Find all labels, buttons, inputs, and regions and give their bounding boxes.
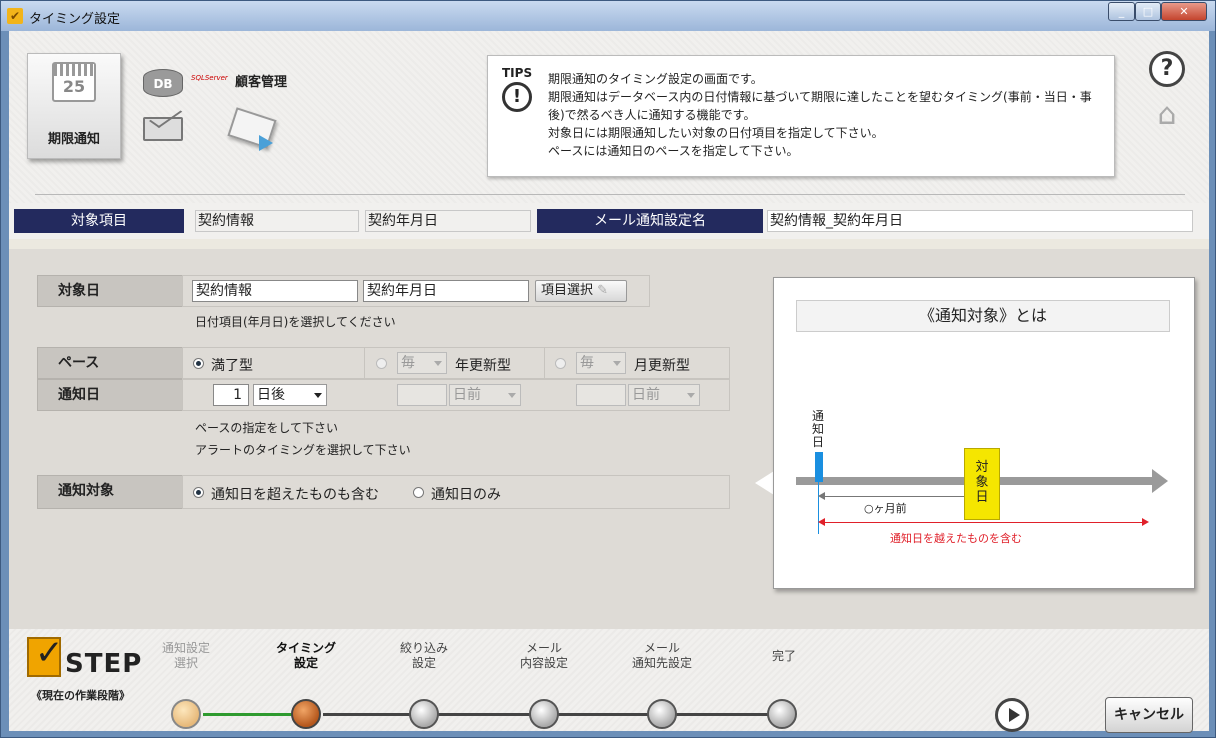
calendar-day: 25 [62, 77, 86, 96]
top-band: 25 期限通知 DB SQLServer 顧客管理 TIPS ! 期限通知のタイ… [9, 31, 1209, 203]
calendar-icon: 25 [52, 62, 96, 102]
tips-line: ペースには通知日のペースを指定して下さい。 [548, 144, 799, 158]
step-node-2[interactable] [291, 699, 321, 729]
panel-title: 《通知対象》とは [796, 300, 1170, 332]
window-title: タイミング設定 [29, 12, 121, 27]
notify-target-radio-only[interactable] [413, 487, 424, 498]
notify-day-input[interactable]: 1 [213, 384, 249, 406]
step-subtitle: 《現在の作業段階》 [31, 689, 130, 702]
target-date-label: 対象日 [37, 275, 183, 307]
target-date-field1[interactable]: 契約情報 [192, 280, 358, 302]
maximize-button[interactable]: □ [1135, 2, 1161, 21]
database-icon[interactable]: DB [143, 69, 183, 97]
notify-day-year-select[interactable]: 日前 [449, 384, 521, 406]
target-day-vlabel: 対象日 [975, 460, 989, 505]
pace-radio-manryo[interactable] [193, 358, 204, 369]
pace-hint: ペースの指定をして下さい [195, 421, 339, 435]
target-date-hint: 日付項目(年月日)を選択してください [195, 315, 396, 329]
tips-line: 期限通知のタイミング設定の画面です。 [548, 72, 763, 86]
cancel-button[interactable]: キャンセル [1105, 697, 1193, 733]
step-node-5[interactable] [647, 699, 677, 729]
close-button[interactable]: ✕ [1161, 2, 1207, 21]
step-label-2: タイミング 設定 [275, 641, 336, 670]
step-label-1: 通知設定 選択 [161, 641, 210, 670]
step-label-5: メール 通知先設定 [631, 641, 692, 670]
sqlserver-logo: SQLServer [191, 74, 228, 82]
pace-option-manryo: 満了型 [211, 358, 253, 374]
notify-target-option-only: 通知日のみ [431, 487, 501, 503]
step-label-6: 完了 [771, 649, 796, 663]
send-arrow-icon [259, 135, 273, 151]
pace-month-select[interactable]: 毎 [576, 352, 626, 374]
notify-day-month-select[interactable]: 日前 [628, 384, 700, 406]
pace-label: ペース [37, 347, 183, 379]
notify-day-label: 通知日 [37, 379, 183, 411]
range-line [820, 522, 1142, 523]
panel-pointer [755, 471, 774, 495]
explanation-panel: 《通知対象》とは 通知日 対象日 ○ヶ月前 通知日を越えたものを含む [773, 277, 1195, 589]
mail-setting-label: メール通知設定名 [537, 209, 763, 233]
step-footer: ✓ STEP 《現在の作業段階》 通知設定 選択 タイミング 設定 絞り込み 設定 メ… [9, 629, 1209, 733]
step-logo-text: STEP [65, 649, 143, 679]
kokyaku-label: 顧客管理 [235, 75, 288, 90]
target-item-value1: 契約情報 [195, 210, 359, 232]
home-icon[interactable]: ⌂ [1149, 97, 1185, 133]
notify-target-label: 通知対象 [37, 475, 183, 509]
divider [35, 194, 1185, 195]
title-bar[interactable]: ✔ タイミング設定 _ □ ✕ [1, 1, 1215, 31]
app-icon: ✔ [7, 8, 23, 24]
tips-label: TIPS [502, 66, 533, 80]
notify-day-vlabel: 通知日 [811, 409, 824, 449]
step-label-3: 絞り込み 設定 [399, 641, 448, 670]
header-row: 対象項目 契約情報 契約年月日 メール通知設定名 契約情報_契約年月日 [9, 203, 1209, 239]
tips-line: 期限通知はデータベース内の日付情報に基づいて期限に達したことを望むタイミング(事… [548, 90, 1092, 104]
next-play-icon[interactable] [995, 698, 1029, 732]
client-area: 25 期限通知 DB SQLServer 顧客管理 TIPS ! 期限通知のタイ… [9, 31, 1209, 733]
kigen-tsuchi-tile[interactable]: 25 期限通知 [27, 53, 121, 159]
notify-day-month-input[interactable] [576, 384, 626, 406]
pace-year-select[interactable]: 毎 [397, 352, 447, 374]
mail-setting-value: 契約情報_契約年月日 [767, 210, 1193, 232]
item-select-button[interactable]: 項目選択 ✎ [535, 280, 627, 302]
months-before-label: ○ヶ月前 [864, 502, 907, 515]
tips-line: 後)で然るべき人に通知する機能です。 [548, 108, 756, 122]
alert-hint: アラートのタイミングを選択して下さい [195, 443, 411, 457]
step-node-6[interactable] [767, 699, 797, 729]
pace-option-year: 年更新型 [455, 358, 511, 374]
tile-label: 期限通知 [47, 132, 100, 147]
pencil-icon: ✎ [593, 283, 609, 298]
app-window: ✔ タイミング設定 _ □ ✕ 25 期限通知 DB SQLServer 顧客管… [0, 0, 1216, 738]
notify-target-option-include: 通知日を超えたものも含む [211, 487, 379, 503]
range-label: 通知日を越えたものを含む [890, 532, 1022, 545]
pace-radio-year[interactable] [376, 358, 387, 369]
step-node-3[interactable] [409, 699, 439, 729]
target-item-label: 対象項目 [14, 209, 184, 233]
step-label-4: メール 内容設定 [519, 641, 568, 670]
notify-day-select[interactable]: 日後 [253, 384, 327, 406]
mail-icon[interactable] [143, 117, 183, 141]
minimize-button[interactable]: _ [1108, 2, 1135, 21]
pace-radio-month[interactable] [555, 358, 566, 369]
tips-box: TIPS ! 期限通知のタイミング設定の画面です。 期限通知はデータベース内の日… [487, 55, 1115, 177]
tips-line: 対象日には期限通知したい対象の日付項目を指定して下さい。 [548, 126, 884, 140]
target-date-field2[interactable]: 契約年月日 [363, 280, 529, 302]
pace-option-month: 月更新型 [634, 358, 690, 374]
timeline-arrowhead [1152, 469, 1168, 493]
exclamation-icon: ! [502, 82, 532, 112]
notify-day-marker [815, 452, 823, 482]
step-node-4[interactable] [529, 699, 559, 729]
notify-day-year-input[interactable] [397, 384, 447, 406]
notify-target-radio-include[interactable] [193, 487, 204, 498]
step-node-1[interactable] [171, 699, 201, 729]
step-check-icon: ✓ [27, 633, 64, 677]
target-item-value2: 契約年月日 [365, 210, 531, 232]
help-icon[interactable]: ? [1149, 51, 1185, 87]
